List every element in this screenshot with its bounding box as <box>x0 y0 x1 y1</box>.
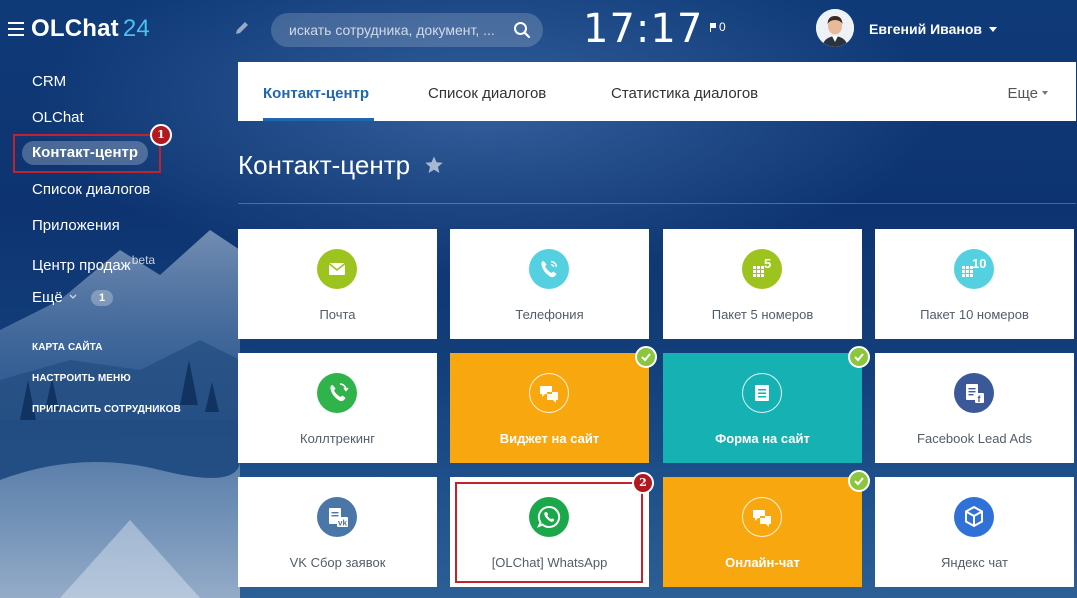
sidebar-item-label: Центр продаж <box>32 257 131 274</box>
annotation-box <box>13 134 161 173</box>
tile-package-5[interactable]: 5 Пакет 5 номеров <box>663 229 862 339</box>
dialpad-5-icon: 5 <box>742 249 782 289</box>
tile-label: Пакет 5 номеров <box>711 307 814 322</box>
tile-widget[interactable]: Виджет на сайт <box>450 346 657 463</box>
tile-package-10[interactable]: 10 Пакет 10 номеров <box>875 229 1074 339</box>
page-title: Контакт-центр <box>238 150 411 180</box>
app-logo[interactable]: OLChat 24 <box>31 15 150 43</box>
tile-form[interactable]: Форма на сайт <box>663 346 870 463</box>
calltracking-icon <box>317 373 357 413</box>
tile-mail[interactable]: Почта <box>238 229 437 339</box>
annotation-badge: 2 <box>632 472 654 494</box>
tile-yandex-chat[interactable]: Яндекс чат <box>875 477 1074 587</box>
yandex-chat-icon <box>954 497 994 537</box>
user-name: Евгений Иванов <box>869 21 983 37</box>
logo-text: OLChat <box>31 15 119 42</box>
tile-facebook-lead-ads[interactable]: f Facebook Lead Ads <box>875 353 1074 463</box>
check-icon <box>848 470 870 492</box>
check-icon <box>635 346 657 368</box>
avatar <box>816 9 854 47</box>
tile-label: Виджет на сайт <box>499 431 600 446</box>
form-icon <box>742 373 782 413</box>
tile-label: Форма на сайт <box>715 431 810 446</box>
flag-count: 0 <box>719 20 726 34</box>
top-header: OLChat24 17:17 0 Евгений Иванов <box>0 0 1077 60</box>
chevron-down-icon <box>1042 91 1048 95</box>
sidebar-item-apps[interactable]: Приложения <box>32 217 120 234</box>
divider <box>238 203 1076 204</box>
tile-label: Яндекс чат <box>941 555 1008 570</box>
beta-label: beta <box>131 253 156 267</box>
search-icon[interactable] <box>513 21 531 39</box>
sidebar-item-label: Ещё <box>32 289 63 306</box>
online-chat-icon <box>742 497 782 537</box>
check-icon <box>848 346 870 368</box>
tile-label: Телефония <box>515 307 584 322</box>
logo-number: 24 <box>122 15 150 42</box>
sidebar-item-sales-center[interactable]: Центр продажbeta <box>32 253 155 274</box>
tile-calltracking[interactable]: Коллтрекинг <box>238 353 437 463</box>
mail-icon <box>317 249 357 289</box>
tabs-bar: Контакт-центр Список диалогов Статистика… <box>238 62 1076 121</box>
vk-leads-icon: vk <box>317 497 357 537</box>
tab-more[interactable]: Еще <box>1007 85 1048 102</box>
tile-label: Онлайн-чат <box>725 555 800 570</box>
flag-icon <box>710 23 716 32</box>
tab-contact-center[interactable]: Контакт-центр <box>263 85 369 102</box>
tile-label: Пакет 10 номеров <box>920 307 1029 322</box>
search-box <box>271 13 543 47</box>
widget-chat-icon <box>529 373 569 413</box>
annotation-badge: 1 <box>150 124 172 146</box>
star-icon[interactable] <box>424 155 444 175</box>
dialpad-10-icon: 10 <box>954 249 994 289</box>
sidebar-item-more[interactable]: Ещё 1 <box>32 289 114 306</box>
tab-more-label: Еще <box>1007 85 1038 102</box>
tile-label: Почта <box>319 307 356 322</box>
tile-telephony[interactable]: Телефония <box>450 229 649 339</box>
tile-label: Facebook Lead Ads <box>917 431 1032 446</box>
search-input[interactable] <box>289 13 504 47</box>
sidebar-item-dialog-list[interactable]: Список диалогов <box>32 181 150 198</box>
icon-number: 5 <box>764 256 771 271</box>
active-tab-underline <box>263 118 374 121</box>
tile-label: VK Сбор заявок <box>289 555 386 570</box>
menu-icon[interactable] <box>8 22 24 36</box>
phone-icon <box>529 249 569 289</box>
tile-online-chat[interactable]: Онлайн-чат <box>663 470 870 587</box>
sidebar-item-crm[interactable]: CRM <box>32 73 66 90</box>
chevron-down-icon <box>989 27 997 32</box>
icon-number: 10 <box>972 256 986 271</box>
svg-text:vk: vk <box>338 519 347 528</box>
tab-dialog-list[interactable]: Список диалогов <box>428 85 546 102</box>
flag-counter[interactable]: 0 <box>710 20 726 34</box>
counter-badge: 1 <box>91 290 114 306</box>
clock[interactable]: 17:17 <box>583 6 703 52</box>
annotation-box <box>455 482 643 583</box>
site-map-link[interactable]: КАРТА САЙТА <box>32 342 103 353</box>
chevron-down-icon <box>69 294 77 299</box>
facebook-leads-icon: f <box>954 373 994 413</box>
tile-vk-leads[interactable]: vk VK Сбор заявок <box>238 477 437 587</box>
sidebar-item-olchat[interactable]: OLChat <box>32 109 84 126</box>
pencil-icon[interactable] <box>234 20 250 36</box>
invite-employees-link[interactable]: ПРИГЛАСИТЬ СОТРУДНИКОВ <box>32 404 181 415</box>
tab-dialog-stats[interactable]: Статистика диалогов <box>611 85 758 102</box>
configure-menu-link[interactable]: НАСТРОИТЬ МЕНЮ <box>32 373 131 384</box>
tile-label: Коллтрекинг <box>300 431 375 446</box>
